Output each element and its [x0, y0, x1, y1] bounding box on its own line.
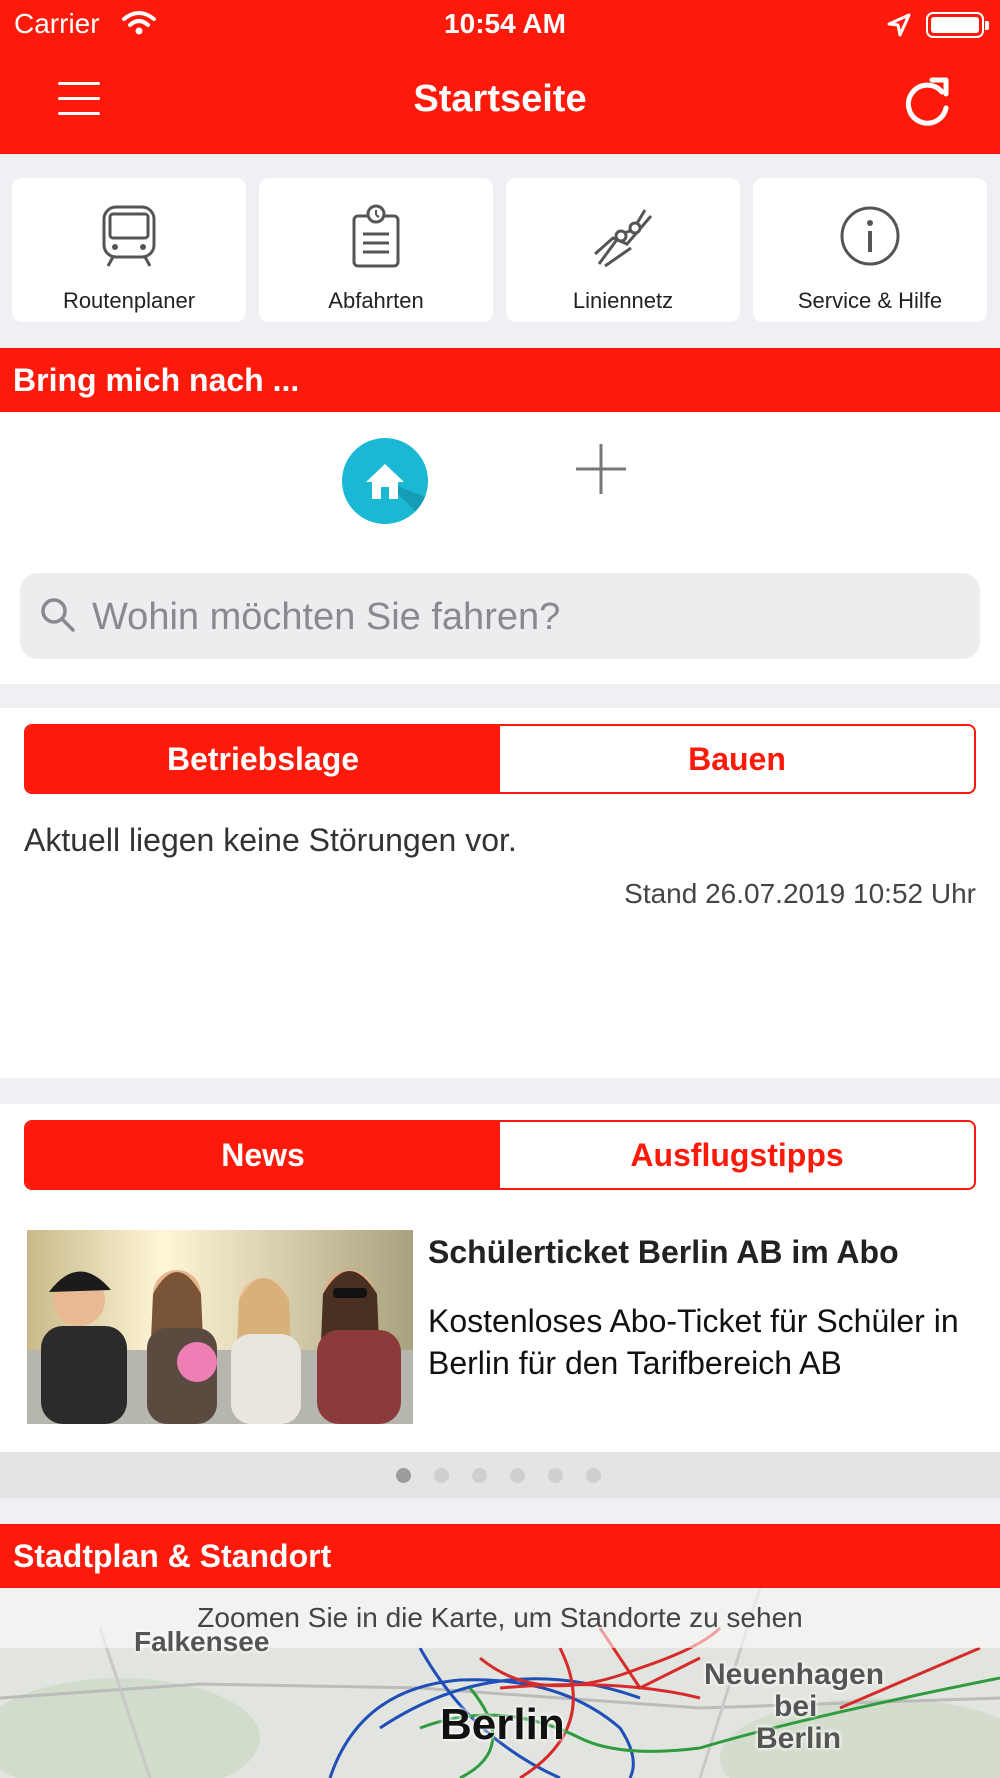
location-arrow-icon	[886, 12, 912, 43]
page-title: Startseite	[413, 78, 587, 120]
page-dot[interactable]	[396, 1468, 411, 1483]
clipboard-clock-icon	[352, 204, 400, 268]
section-title: Stadtplan & Standort	[13, 1538, 332, 1574]
page-dot[interactable]	[548, 1468, 563, 1483]
search-icon	[41, 598, 75, 632]
status-message: Aktuell liegen keine Störungen vor.	[24, 822, 517, 858]
tile-liniennetz[interactable]: Liniennetz	[506, 178, 740, 322]
city-map[interactable]: Zoomen Sie in die Karte, um Standorte zu…	[0, 1588, 1000, 1778]
house-icon	[366, 464, 428, 524]
news-headline[interactable]: Schülerticket Berlin AB im Abo	[428, 1234, 899, 1271]
clock: 10:54 AM	[444, 8, 566, 39]
home-favorite-button[interactable]	[342, 438, 428, 524]
news-image[interactable]	[27, 1230, 413, 1424]
section-title: Bring mich nach ...	[13, 362, 300, 398]
page-dot[interactable]	[510, 1468, 525, 1483]
quick-access-tiles: Routenplaner Abfahrten Liniennetz Servic…	[0, 154, 1000, 348]
map-label-neuenhagen-berlin: Berlin	[756, 1722, 842, 1755]
status-bar: Carrier 10:54 AM	[0, 0, 1000, 50]
map-label-falkensee: Falkensee	[134, 1626, 270, 1657]
map-label-neuenhagen: Neuenhagen	[704, 1658, 885, 1691]
add-favorite-icon[interactable]	[574, 442, 628, 501]
tile-label: Liniennetz	[572, 288, 674, 313]
page-dot[interactable]	[472, 1468, 487, 1483]
news-segmented-control: News Ausflugstipps	[24, 1120, 976, 1190]
map-label-neuenhagen-bei: bei	[774, 1690, 818, 1723]
search-input[interactable]	[90, 573, 964, 661]
status-segmented-control: Betriebslage Bauen	[24, 724, 976, 794]
tile-label: Abfahrten	[328, 288, 424, 313]
section-header-stadtplan: Stadtplan & Standort	[0, 1524, 1000, 1588]
tile-routenplaner[interactable]: Routenplaner	[12, 178, 246, 322]
tile-label: Routenplaner	[62, 288, 196, 313]
destination-search[interactable]	[20, 573, 980, 661]
tile-label: Service & Hilfe	[797, 288, 943, 313]
line-network-icon	[594, 209, 653, 268]
navigation-bar: Startseite	[0, 50, 1000, 154]
tab-news[interactable]: News	[26, 1122, 500, 1188]
news-panel: News Ausflugstipps Schülerticket Berlin …	[0, 1104, 1000, 1452]
tile-service-hilfe[interactable]: Service & Hilfe	[753, 178, 987, 322]
info-icon	[840, 206, 900, 266]
section-header-bring: Bring mich nach ...	[0, 348, 1000, 412]
page-dot[interactable]	[434, 1468, 449, 1483]
status-timestamp: Stand 26.07.2019 10:52 Uhr	[624, 878, 976, 909]
battery-icon	[926, 12, 989, 38]
train-icon	[102, 205, 156, 267]
tile-abfahrten[interactable]: Abfahrten	[259, 178, 493, 322]
tab-betriebslage[interactable]: Betriebslage	[26, 726, 500, 792]
bring-mich-nach-panel	[0, 412, 1000, 684]
tab-bauen[interactable]: Bauen	[500, 726, 974, 792]
map-label-berlin: Berlin	[440, 1700, 565, 1749]
service-status-panel: Betriebslage Bauen Aktuell liegen keine …	[0, 708, 1000, 1078]
tab-ausflugstipps[interactable]: Ausflugstipps	[500, 1122, 974, 1188]
page-dot[interactable]	[586, 1468, 601, 1483]
news-description: Kostenloses Abo-Ticket für Schüler in Be…	[428, 1303, 959, 1381]
news-page-indicator[interactable]	[0, 1452, 1000, 1498]
refresh-icon[interactable]	[902, 74, 954, 135]
